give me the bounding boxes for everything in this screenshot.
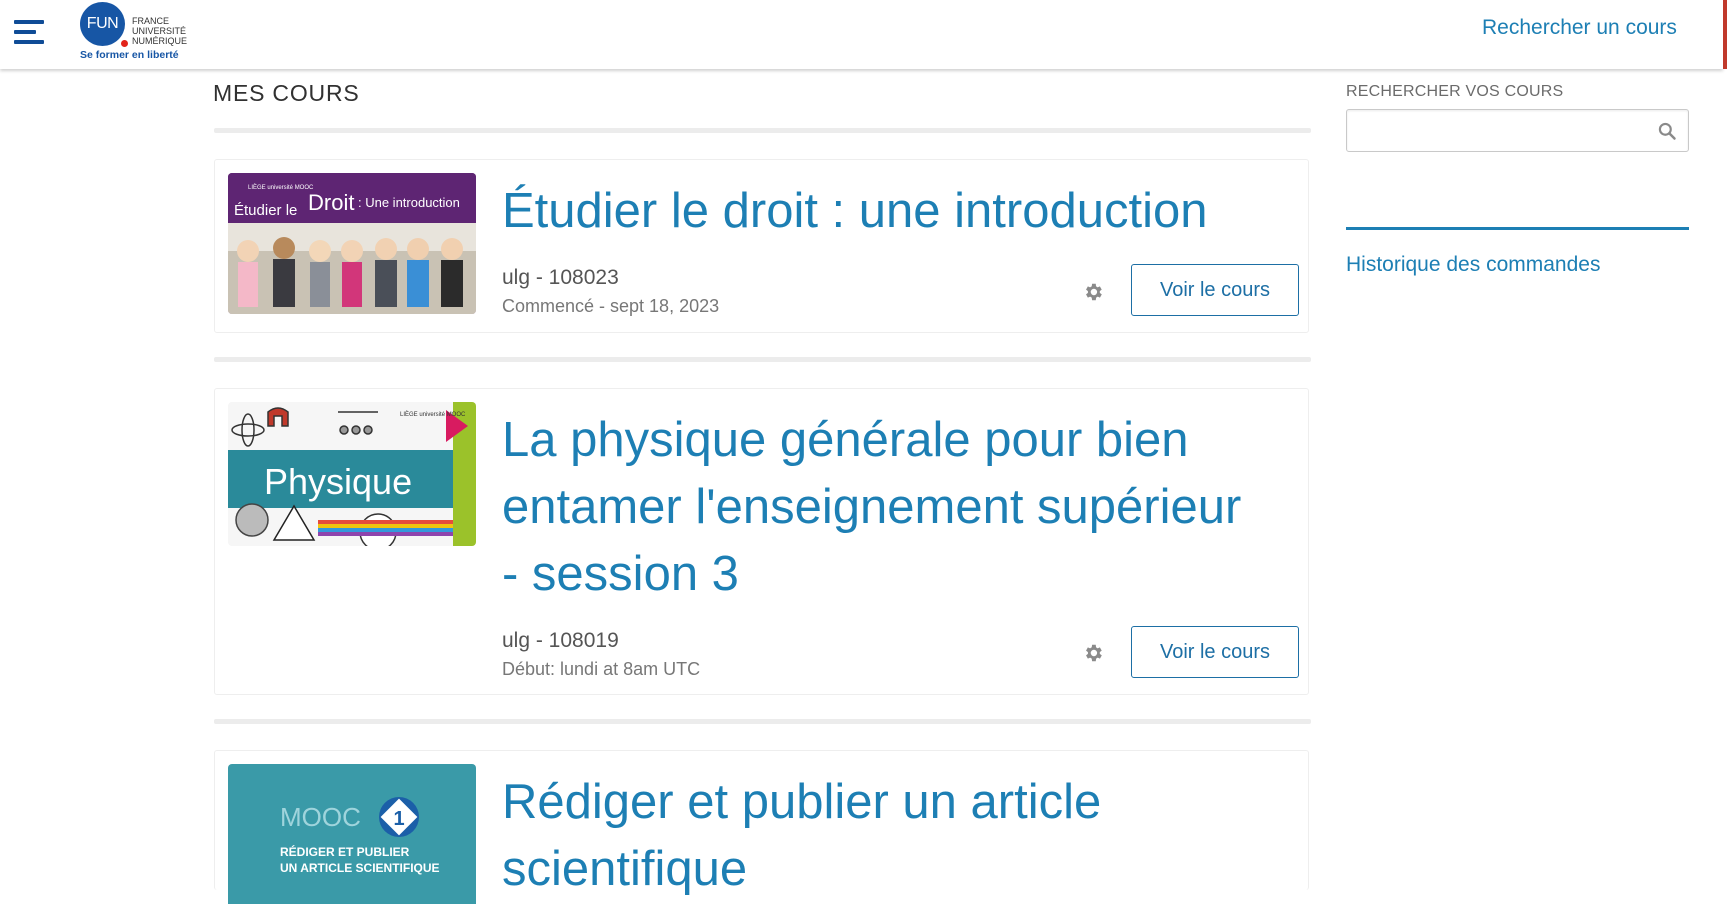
sidebar-search-label: RECHERCHER VOS COURS [1346, 83, 1564, 100]
course-card: LIÈGE université MOOC Étudier le Droit :… [214, 159, 1309, 333]
svg-text:Physique: Physique [264, 461, 412, 502]
course-search-box [1346, 109, 1689, 152]
course-thumbnail[interactable]: LIÈGE université MOOC Étudier le Droit :… [228, 173, 476, 314]
divider [214, 128, 1311, 133]
course-card: MOOC 1 RÉDIGER ET PUBLIER UN ARTICLE SCI… [214, 750, 1309, 904]
order-history-link[interactable]: Historique des commandes [1346, 253, 1600, 277]
divider [214, 357, 1311, 362]
view-course-button[interactable]: Voir le cours [1131, 264, 1299, 316]
svg-text:LIÈGE université MOOC: LIÈGE université MOOC [400, 411, 466, 418]
svg-text:MOOC: MOOC [280, 802, 361, 832]
divider [214, 719, 1311, 724]
menu-icon[interactable] [14, 20, 44, 44]
fun-logo[interactable]: FUN FRANCE UNIVERSITÉ NUMÉRIQUE Se forme… [80, 2, 190, 62]
page-title: MES COURS [213, 80, 360, 106]
header-edge-accent [1723, 0, 1727, 69]
site-header: FUN FRANCE UNIVERSITÉ NUMÉRIQUE Se forme… [0, 0, 1723, 69]
logo-tagline: Se former en liberté [80, 49, 179, 61]
course-title-link[interactable]: Étudier le droit : une introduction [502, 178, 1262, 245]
svg-text:Droit: Droit [308, 190, 354, 215]
course-search-input[interactable] [1347, 110, 1667, 151]
course-date: Commencé - sept 18, 2023 [502, 296, 720, 316]
course-card: LIÈGE université MOOC Physique La physiq… [214, 388, 1309, 695]
svg-text:1: 1 [393, 808, 404, 830]
sidebar-divider [1346, 227, 1689, 230]
gear-icon[interactable] [1082, 281, 1104, 303]
course-org-code: ulg - 108019 [502, 629, 619, 652]
search-courses-link[interactable]: Rechercher un cours [1482, 16, 1677, 40]
course-org-code: ulg - 108023 [502, 266, 619, 289]
logo-mark: FUN [80, 2, 125, 46]
course-thumbnail[interactable]: MOOC 1 RÉDIGER ET PUBLIER UN ARTICLE SCI… [228, 764, 476, 904]
course-title-link[interactable]: La physique générale pour bien entamer l… [502, 407, 1262, 608]
svg-text:UN ARTICLE SCIENTIFIQUE: UN ARTICLE SCIENTIFIQUE [280, 861, 440, 875]
svg-text:Étudier le: Étudier le [234, 202, 297, 219]
course-thumbnail[interactable]: LIÈGE université MOOC Physique [228, 402, 476, 546]
view-course-button[interactable]: Voir le cours [1131, 626, 1299, 678]
gear-icon[interactable] [1082, 642, 1104, 664]
course-title-link[interactable]: Rédiger et publier un article scientifiq… [502, 769, 1262, 903]
svg-text:LIÈGE université MOOC: LIÈGE université MOOC [248, 184, 314, 191]
logo-dot [121, 40, 128, 47]
svg-text:RÉDIGER ET PUBLIER: RÉDIGER ET PUBLIER [280, 844, 410, 859]
search-icon[interactable] [1657, 121, 1677, 141]
course-date: Début: lundi at 8am UTC [502, 659, 701, 679]
svg-text:: Une introduction: : Une introduction [358, 195, 460, 210]
logo-wordmark: FRANCE UNIVERSITÉ NUMÉRIQUE [132, 16, 188, 46]
